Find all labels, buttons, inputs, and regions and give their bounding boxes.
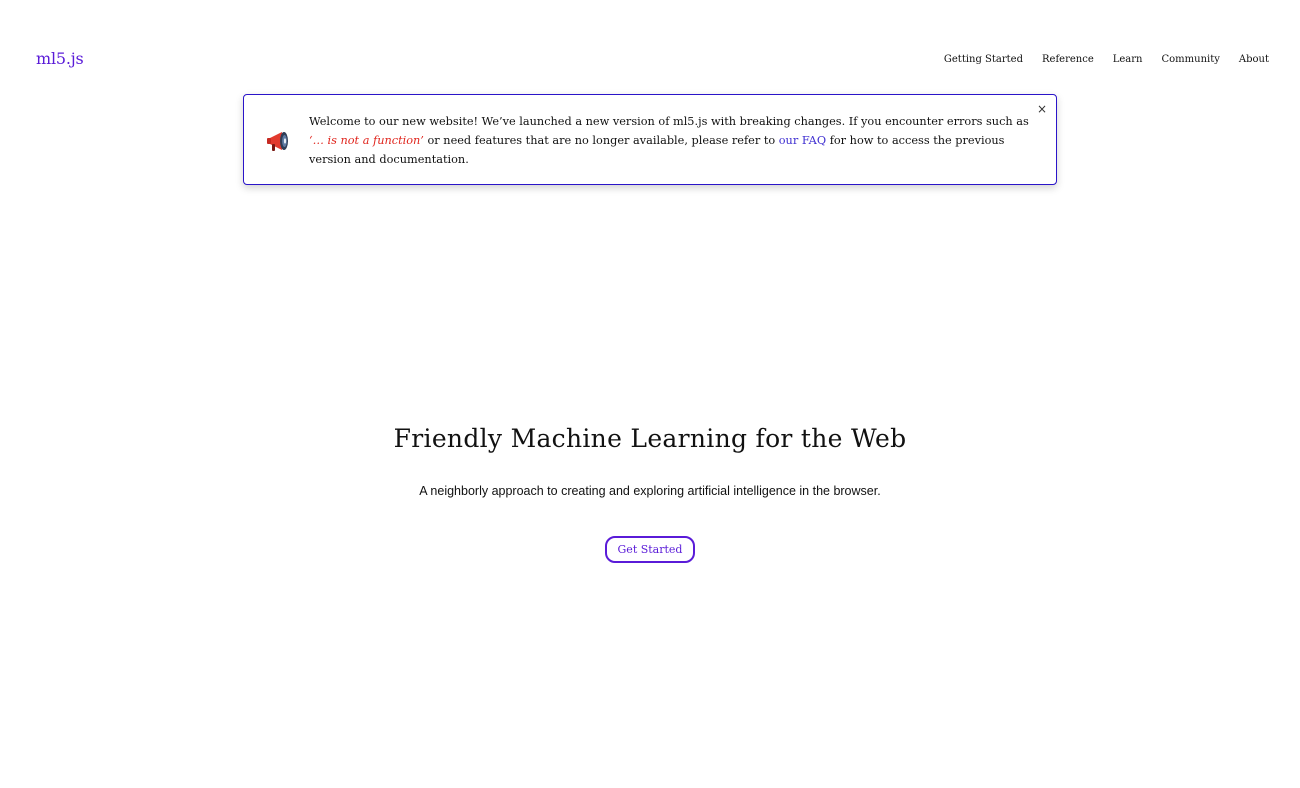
nav-community[interactable]: Community [1162,54,1220,65]
site-logo[interactable]: ml5.js [36,49,84,68]
hero-subtitle: A neighborly approach to creating and ex… [419,484,881,498]
error-example: ‘… is not a function’ [309,134,424,147]
faq-link[interactable]: our FAQ [779,134,826,147]
hero-title: Friendly Machine Learning for the Web [393,424,907,453]
announcement-text: Welcome to our new website! We’ve launch… [309,112,1037,169]
nav-learn[interactable]: Learn [1113,54,1143,65]
announcement-banner: Welcome to our new website! We’ve launch… [243,94,1057,185]
page: ml5.js Getting Started Reference Learn C… [0,0,1300,788]
main-nav: Getting Started Reference Learn Communit… [944,54,1269,65]
nav-reference[interactable]: Reference [1042,54,1094,65]
megaphone-icon [266,129,292,153]
get-started-button[interactable]: Get Started [605,536,695,563]
announcement-text-part1: Welcome to our new website! We’ve launch… [309,115,1029,128]
nav-getting-started[interactable]: Getting Started [944,54,1023,65]
announcement-text-part2: or need features that are no longer avai… [423,134,779,147]
close-icon[interactable]: × [1036,103,1048,115]
nav-about[interactable]: About [1239,54,1269,65]
